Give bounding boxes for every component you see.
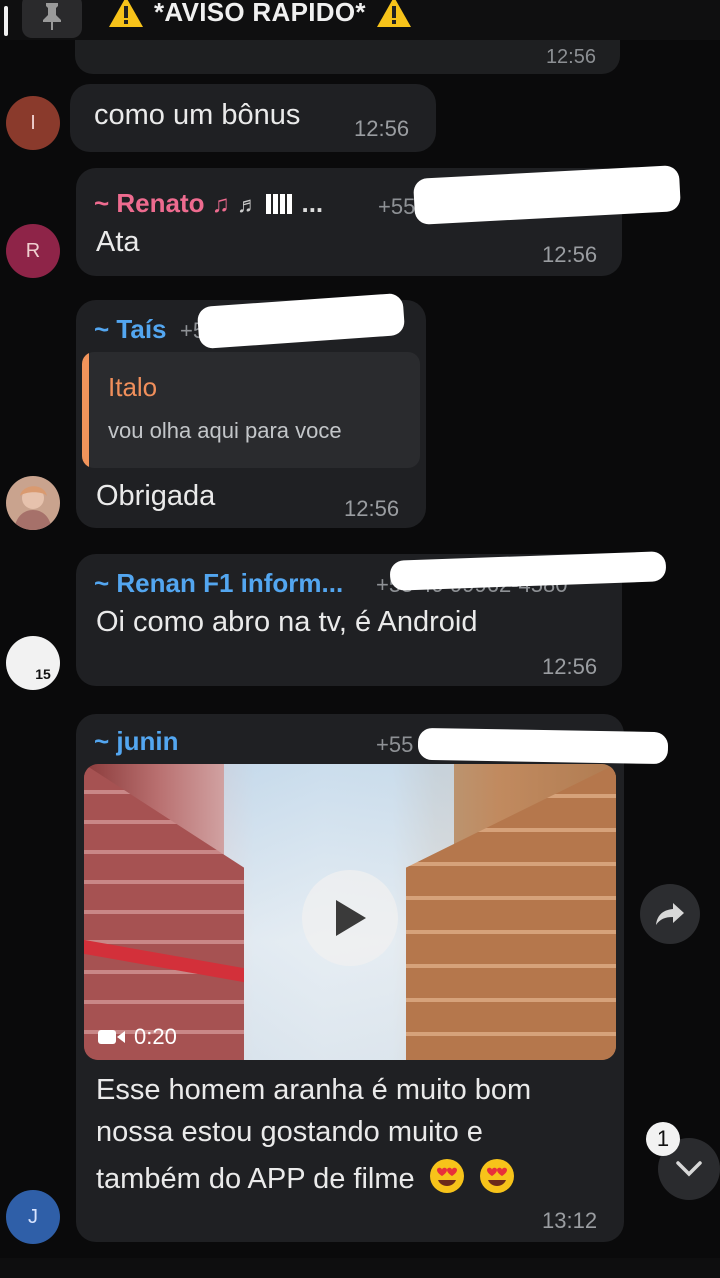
message-time: 12:56 [542,654,598,679]
avatar[interactable]: J [6,1190,60,1244]
piano-icon [266,194,295,214]
play-button[interactable] [302,870,398,966]
video-duration: 0:20 [98,1024,177,1050]
quote-bar [82,352,89,468]
saxophone-icon: ♫ [211,191,230,218]
avatar-letter: R [25,239,41,262]
sender-name[interactable]: ~ junin [94,726,179,757]
video-duration-text: 0:20 [134,1024,177,1049]
quote-text: vou olha aqui para voce [108,418,342,443]
pinned-indicator [4,6,8,36]
message-bubble[interactable]: como um bônus 12:56 [70,84,436,152]
sender-name[interactable]: ~ Renan F1 inform... [94,568,343,599]
message-text-line: Esse homem aranha é muito bom [96,1074,532,1106]
unread-count-badge: 1 [646,1122,680,1156]
pinned-title-text: *AVISO RAPIDO* [154,0,366,27]
profile-photo [14,486,52,530]
pinned-message-bar[interactable]: *AVISO RAPIDO* [0,0,720,40]
redaction-scribble [417,727,669,765]
previous-message-bubble[interactable]: 12:56 [75,40,620,74]
message-time: 12:56 [545,46,596,68]
warning-icon [109,0,143,27]
avatar[interactable]: 15 [6,636,60,690]
video-building-left [84,764,244,1060]
pin-icon[interactable] [22,0,82,38]
message-bubble[interactable]: ~ junin +55 0:20 Esse homem aranha é mui… [76,714,624,1242]
avatar[interactable]: I [6,96,60,150]
message-time: 12:56 [354,116,410,141]
sender-phone: +55 [376,732,414,757]
sender-name-ellipsis: ... [301,188,324,218]
heart-eyes-emoji-icon [429,1159,464,1193]
quote-sender: Italo [108,372,158,402]
message-text: como um bônus [94,99,301,131]
sender-name[interactable]: ~ Taís [94,314,167,345]
sender-name-text: ~ Renato [94,188,205,218]
message-text-segment: também do APP de filme [96,1163,415,1195]
message-text: Obrigada [96,480,216,512]
message-text: Oi como abro na tv, é Android [96,606,478,638]
message-text-line: também do APP de filme [96,1158,515,1196]
music-score-icon: ♬ [237,192,259,217]
message-text: Ata [96,226,140,258]
forward-icon [656,903,684,925]
message-time: 12:56 [542,242,598,267]
forward-button[interactable] [640,884,700,944]
chevron-down-icon [676,1161,702,1177]
heart-eyes-emoji-icon [479,1159,514,1193]
avatar-letter: J [28,1205,38,1228]
composer-bar[interactable] [0,1258,720,1278]
message-time: 13:12 [542,1208,598,1233]
message-time: 12:56 [344,496,400,521]
play-icon [336,900,366,936]
avatar[interactable]: R [6,224,60,278]
sender-phone: +55 [378,194,416,219]
avatar-letter: I [30,111,36,134]
warning-icon [376,0,411,27]
pinned-title: *AVISO RAPIDO* [108,0,412,30]
avatar[interactable] [6,476,60,530]
message-text-line: nossa estou gostando muito e [96,1116,483,1148]
video-camera-icon [98,1030,125,1044]
sender-name[interactable]: ~ Renato ♫ ♬ ... [94,188,323,219]
avatar-label: 15 [35,666,51,682]
video-thumbnail[interactable]: 0:20 [84,764,616,1060]
quoted-reply[interactable]: Italo vou olha aqui para voce [82,352,420,468]
